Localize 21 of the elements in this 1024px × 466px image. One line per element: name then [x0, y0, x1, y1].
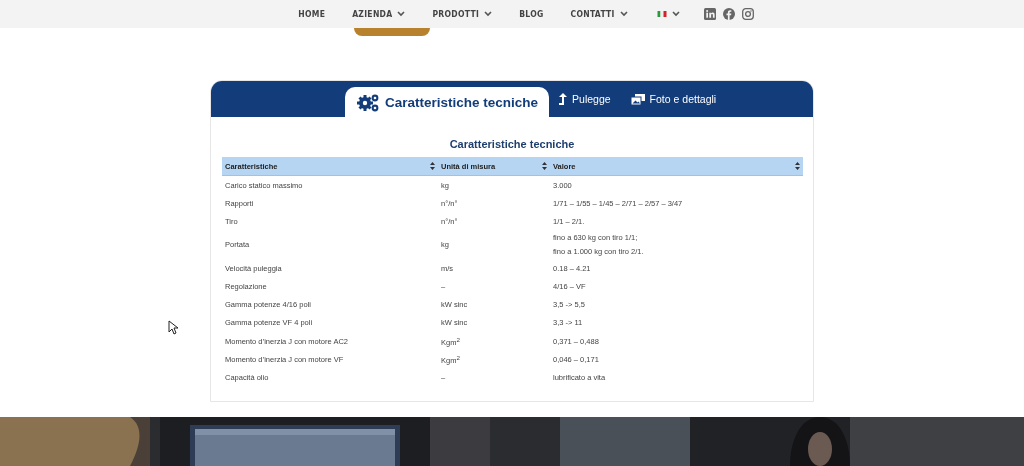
arrow-up-icon	[559, 93, 568, 105]
nav-link[interactable]: BLOG	[519, 5, 544, 23]
facebook-icon[interactable]	[722, 8, 735, 20]
nav-link[interactable]: AZIENDA	[352, 5, 406, 23]
flag-icon	[656, 11, 667, 17]
caret-icon	[671, 11, 680, 17]
sort-icon[interactable]	[795, 162, 800, 170]
sort-icon[interactable]	[542, 162, 547, 170]
images-icon	[630, 93, 645, 105]
gears-icon	[356, 92, 380, 112]
tab[interactable]: Pulegge	[549, 84, 621, 114]
tab[interactable]: Caratteristiche tecniche	[345, 87, 550, 117]
linkedin-icon[interactable]	[703, 8, 716, 20]
sort-icon[interactable]	[430, 162, 435, 170]
nav-link[interactable]: PRODOTTI	[432, 5, 493, 23]
nav-link[interactable]: CONTATTI	[570, 5, 628, 23]
instagram-icon[interactable]	[741, 8, 754, 20]
cursor-icon	[168, 320, 178, 335]
tab[interactable]: Foto e dettagli	[620, 84, 727, 114]
nav-link[interactable]: HOME	[298, 5, 326, 23]
section-title: Caratteristiche tecniche	[448, 138, 576, 150]
